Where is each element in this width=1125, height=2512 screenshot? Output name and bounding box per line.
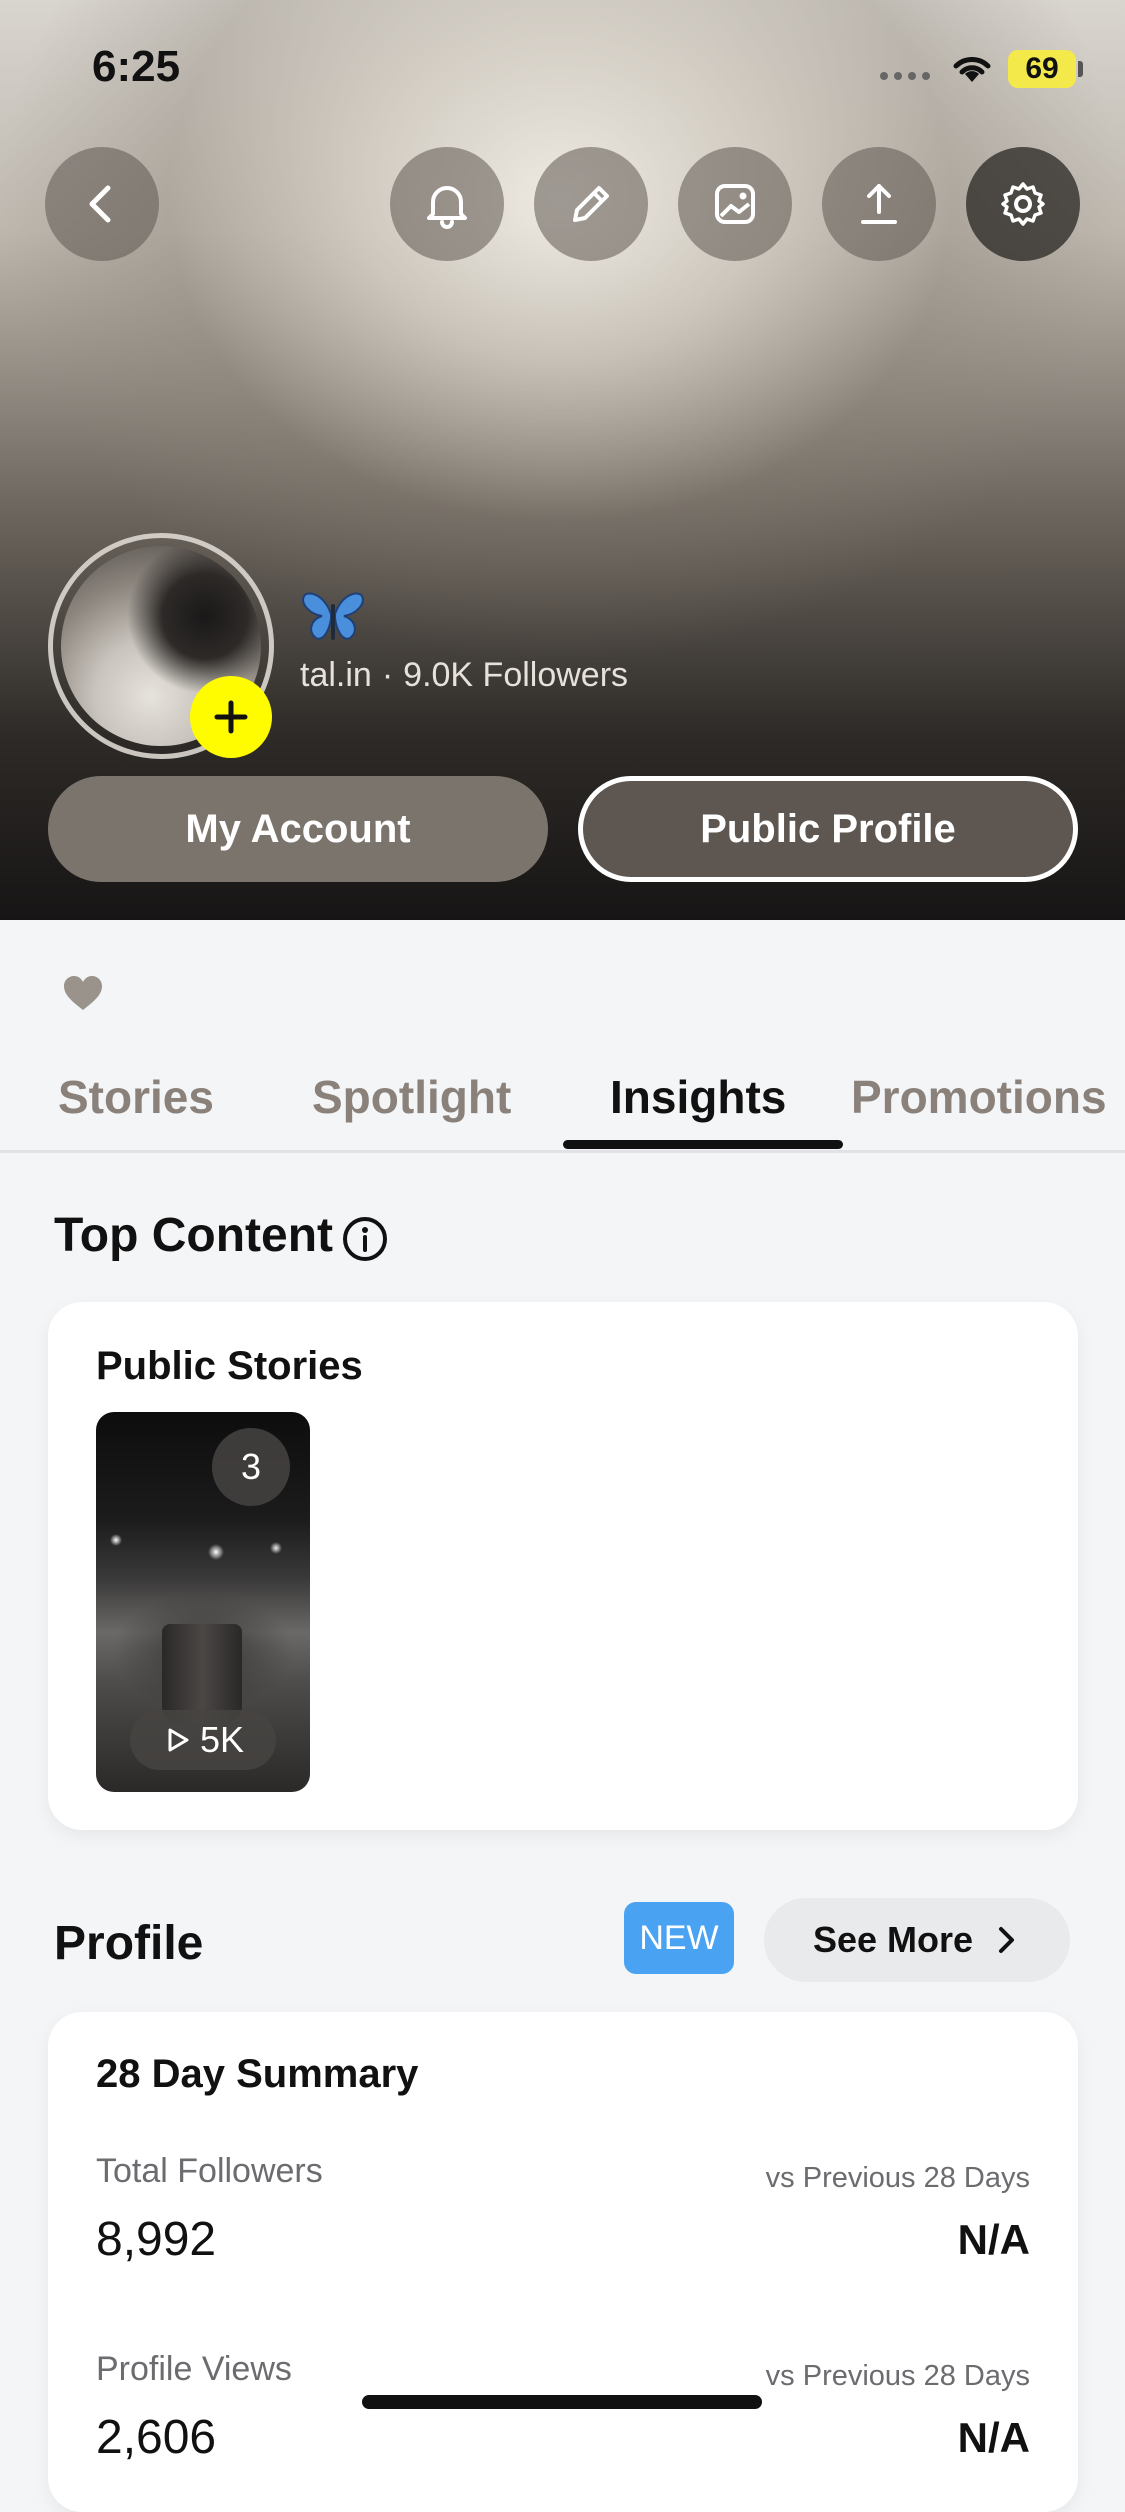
battery-icon: 69 — [1008, 50, 1076, 88]
thumbnail-lights — [96, 1522, 310, 1562]
settings-button[interactable] — [966, 147, 1080, 261]
bell-icon — [427, 186, 467, 229]
info-icon[interactable] — [340, 1214, 390, 1264]
home-indicator[interactable] — [362, 2395, 762, 2409]
heart-icon — [64, 976, 102, 1010]
profile-tabs: Stories Spotlight Insights Promotions — [0, 1060, 1125, 1152]
profile-header: 6:25 69 tal.in · 9.0K Followers My Accou… — [0, 0, 1125, 920]
my-account-button[interactable]: My Account — [48, 776, 548, 882]
play-icon — [168, 1728, 189, 1752]
public-profile-button[interactable]: Public Profile — [578, 776, 1078, 882]
stat-label-followers: Total Followers — [96, 2152, 323, 2190]
followers-count[interactable]: 9.0K Followers — [403, 656, 628, 694]
back-button[interactable] — [45, 147, 159, 261]
stat-value-profile-views: 2,606 — [96, 2411, 217, 2464]
butterfly-icon — [302, 592, 364, 640]
tab-promotions[interactable]: Promotions — [851, 1070, 1107, 1124]
tab-stories[interactable]: Stories — [58, 1070, 214, 1124]
change-background-button[interactable] — [678, 147, 792, 261]
cellular-signal-icon — [880, 72, 930, 80]
story-views: 5K — [199, 1719, 245, 1760]
tab-insights[interactable]: Insights — [610, 1070, 786, 1124]
summary-card: 28 Day Summary Total Followers vs Previo… — [48, 2012, 1078, 2512]
story-views-badge: 5K — [130, 1710, 276, 1770]
see-more-button[interactable]: See More — [764, 1898, 1070, 1982]
back-icon — [89, 185, 111, 223]
share-icon — [861, 184, 897, 224]
profile-section-title: Profile — [54, 1917, 204, 1970]
notifications-button[interactable] — [390, 147, 504, 261]
stat-change-followers: N/A — [957, 2216, 1030, 2263]
meta-separator: · — [381, 656, 394, 694]
chevron-right-icon — [999, 1927, 1015, 1953]
stat-value-followers: 8,992 — [96, 2213, 217, 2266]
pencil-icon — [573, 186, 609, 222]
username[interactable]: tal.in — [300, 656, 372, 694]
add-story-button[interactable] — [190, 676, 272, 758]
stat-compare-followers: vs Previous 28 Days — [765, 2162, 1030, 2194]
share-button[interactable] — [822, 147, 936, 261]
gear-icon — [1001, 182, 1045, 226]
see-more-label: See More — [812, 1919, 974, 1960]
public-stories-card: Public Stories 3 5K — [48, 1302, 1078, 1830]
story-thumbnail[interactable]: 3 5K — [96, 1412, 310, 1792]
tabs-divider — [0, 1150, 1125, 1153]
stat-compare-profile-views: vs Previous 28 Days — [765, 2360, 1030, 2392]
profile-meta: tal.in · 9.0K Followers — [300, 656, 628, 695]
new-badge: NEW — [624, 1902, 734, 1974]
plus-icon — [214, 700, 248, 734]
image-icon — [715, 184, 755, 224]
top-content-title: Top Content — [54, 1209, 334, 1262]
tab-spotlight[interactable]: Spotlight — [312, 1070, 511, 1124]
status-time: 6:25 — [92, 42, 181, 91]
stat-change-profile-views: N/A — [957, 2414, 1030, 2461]
public-stories-title: Public Stories — [96, 1344, 363, 1388]
battery-cap — [1078, 61, 1083, 77]
wifi-icon — [953, 57, 991, 82]
active-tab-indicator — [563, 1140, 843, 1149]
story-count-badge: 3 — [212, 1428, 290, 1506]
thumbnail-cup — [162, 1624, 242, 1724]
stat-label-profile-views: Profile Views — [96, 2350, 292, 2388]
edit-button[interactable] — [534, 147, 648, 261]
summary-title: 28 Day Summary — [96, 2052, 419, 2096]
